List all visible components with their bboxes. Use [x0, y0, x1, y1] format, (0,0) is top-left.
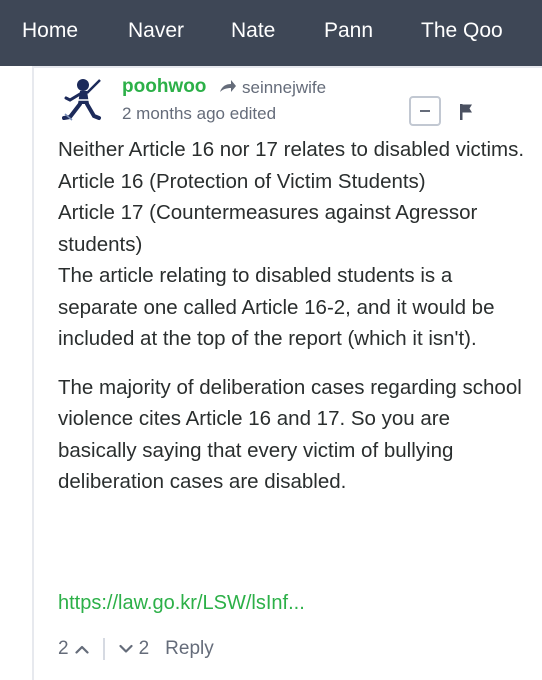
top-nav: Home Naver Nate Pann The Qoo: [0, 0, 542, 66]
nav-the-qoo[interactable]: The Qoo: [421, 19, 503, 43]
upvote-count: 2: [58, 638, 69, 659]
reply-to-user[interactable]: seinnejwife: [242, 78, 326, 98]
upvote-button[interactable]: 2: [58, 638, 95, 660]
body-line: Article 16 (Protection of Victim Student…: [58, 169, 426, 193]
fencer-avatar-icon: [56, 74, 106, 124]
collapse-button[interactable]: [409, 96, 441, 126]
body-line: The article relating to disabled student…: [58, 264, 495, 350]
body-line: Neither Article 16 nor 17 relates to dis…: [58, 138, 525, 161]
comment-body: Neither Article 16 nor 17 relates to dis…: [58, 134, 528, 498]
flag-icon[interactable]: [458, 103, 474, 121]
body-line: Article 17 (Countermeasures against Agre…: [58, 201, 478, 256]
law-link[interactable]: https://law.go.kr/LSW/lsInf...: [58, 592, 305, 615]
nav-nate[interactable]: Nate: [231, 19, 275, 43]
chevron-down-icon: [118, 644, 133, 653]
comment-footer: 2 2 Reply: [58, 634, 214, 664]
avatar[interactable]: [56, 74, 106, 124]
nav-pann[interactable]: Pann: [324, 19, 373, 43]
reply-button[interactable]: Reply: [165, 638, 214, 660]
reply-arrow-icon: [220, 80, 236, 92]
comment-meta: 2 months ago edited: [122, 104, 277, 123]
nav-home[interactable]: Home: [22, 19, 78, 43]
nav-naver[interactable]: Naver: [128, 19, 184, 43]
body-line: The majority of deliberation cases regar…: [58, 375, 522, 494]
thread-divider: [32, 66, 542, 68]
downvote-count: 2: [138, 638, 150, 659]
thread-line: [32, 66, 34, 680]
chevron-up-icon: [74, 645, 89, 654]
comment-author[interactable]: poohwoo: [122, 76, 206, 98]
vote-divider: [102, 638, 105, 660]
downvote-button[interactable]: 2: [118, 638, 150, 660]
